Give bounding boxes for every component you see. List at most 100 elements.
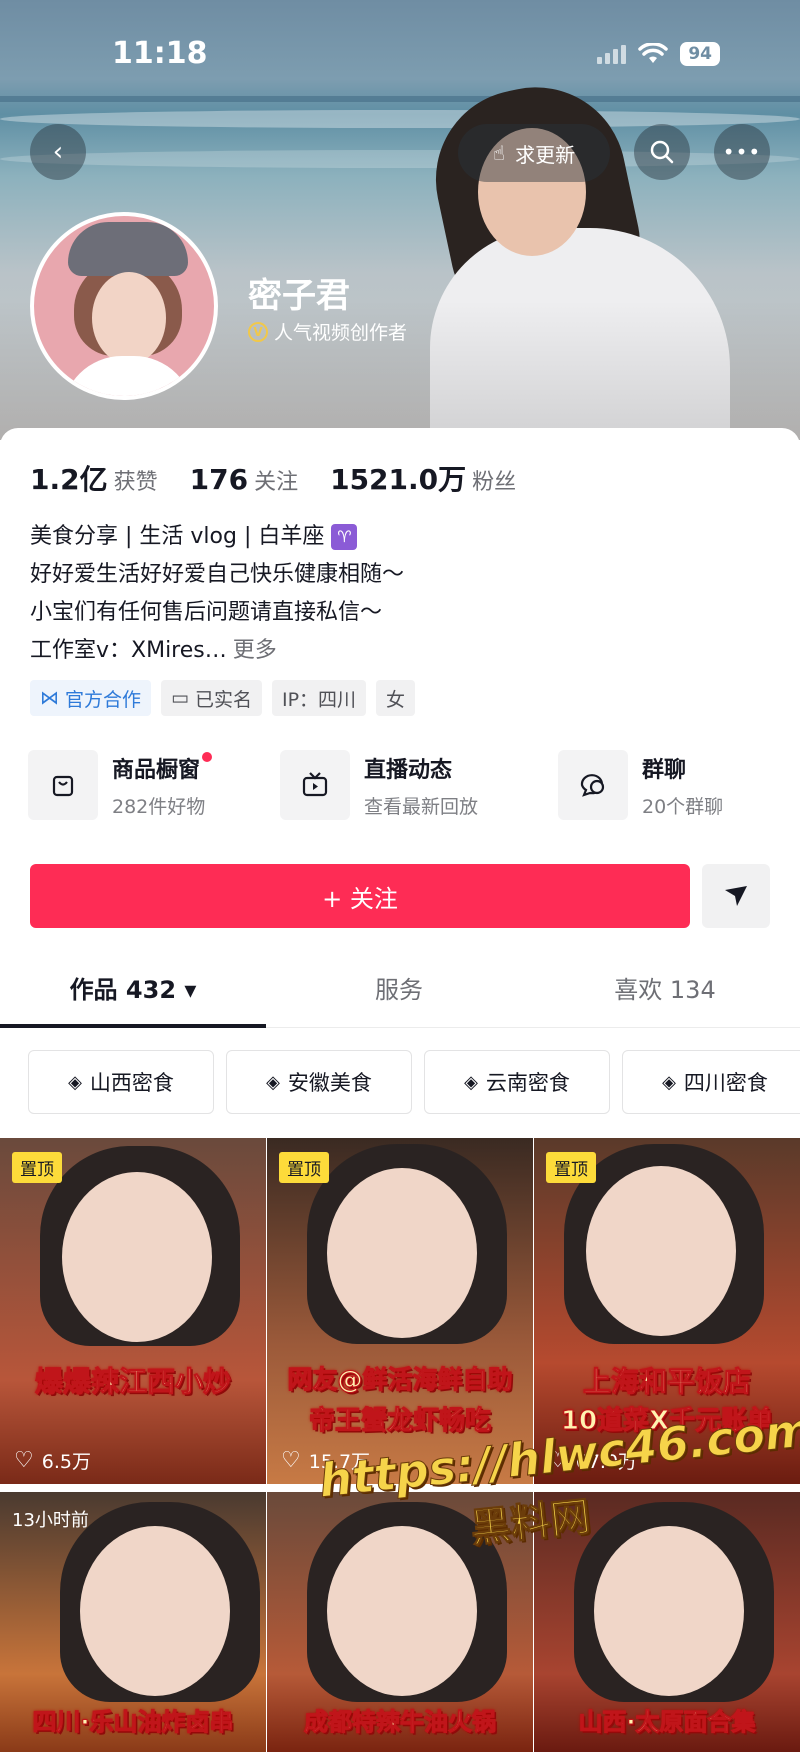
creator-badge: V 人气视频创作者 (248, 318, 407, 345)
video-caption: 四川·乐山油炸卤串 (32, 1708, 234, 1737)
tag-label: 官方合作 (65, 688, 142, 711)
shortcut-subtitle: 20个群聊 (642, 795, 724, 818)
shortcut-title: 商品橱窗 (112, 757, 201, 783)
video-caption: 成都特辣牛油火锅 (304, 1708, 497, 1737)
stat-followers[interactable]: 1521.0万 粉丝 (330, 458, 516, 498)
shopping-bag-icon (28, 750, 98, 820)
bio-more-link[interactable]: 更多 (233, 638, 277, 663)
shortcut-subtitle: 查看最新回放 (364, 795, 479, 818)
verified-v-icon: V (248, 321, 268, 342)
profile-tabs: 作品 432 ▾ 服务 喜欢 134 (0, 958, 800, 1028)
pinned-badge: 置顶 (279, 1152, 329, 1183)
stat-label: 获赞 (113, 470, 158, 495)
pinned-badge: 置顶 (12, 1152, 62, 1183)
stat-label: 关注 (254, 470, 299, 495)
video-caption: 爆爆辣江西小炒 (34, 1365, 231, 1399)
chip-label: 四川密食 (683, 1071, 768, 1095)
layers-icon: ◈ (662, 1071, 676, 1093)
shortcut-title: 直播动态 (364, 757, 453, 783)
status-time: 11:18 (112, 36, 208, 71)
shortcut-shop-window[interactable]: 商品橱窗 282件好物 (28, 750, 213, 820)
bio-line: 好好爱生活好好爱自己快乐健康相随～ (30, 562, 405, 587)
search-button[interactable] (634, 124, 690, 180)
collection-chip[interactable]: ◈ 山西密食 (28, 1050, 214, 1114)
chip-label: 安徽美食 (287, 1071, 372, 1095)
chip-label: 云南密食 (485, 1071, 570, 1095)
profile-shortcuts: 商品橱窗 282件好物 直播动态 查看最新回放 群聊 20个群聊 (28, 750, 772, 822)
active-tab-indicator (0, 1024, 266, 1028)
id-card-icon: ▭ (171, 687, 189, 709)
heart-outline-icon: ♡ (14, 1448, 34, 1473)
chip-label: 山西密食 (89, 1071, 174, 1095)
hand-point-icon: ☝ (492, 141, 506, 165)
tag-label: IP：四川 (281, 688, 357, 711)
layers-icon: ◈ (266, 1071, 280, 1093)
profile-name: 密子君 (248, 276, 350, 316)
chevron-left-icon: ‹ (52, 137, 64, 167)
video-caption: 网友@鲜活海鲜自助 (287, 1365, 513, 1395)
bio-line: 小宝们有任何售后问题请直接私信～ (30, 600, 383, 625)
tag-official-cooperation[interactable]: ⋈ 官方合作 (30, 680, 152, 716)
request-update-button[interactable]: ☝ 求更新 (458, 124, 610, 182)
more-button[interactable]: ••• (714, 124, 770, 180)
profile-header-cover: 11:18 94 ‹ ☝ 求更新 ••• 密子君 V 人气视频创作者 (0, 0, 800, 440)
notification-dot (202, 751, 213, 762)
shortcut-subtitle: 282件好物 (112, 795, 206, 818)
shortcut-group-chat[interactable]: 群聊 20个群聊 (558, 750, 723, 820)
chat-icon (558, 750, 628, 820)
stat-likes[interactable]: 1.2亿 获赞 (30, 458, 158, 498)
follow-button[interactable]: + 关注 (30, 864, 690, 928)
tab-likes[interactable]: 喜欢 134 (532, 970, 798, 1005)
collection-chip[interactable]: ◈ 安徽美食 (226, 1050, 412, 1114)
shortcut-live-replay[interactable]: 直播动态 查看最新回放 (280, 750, 478, 820)
post-time: 13小时前 (12, 1510, 89, 1531)
collection-chips: ◈ 山西密食 ◈ 安徽美食 ◈ 云南密食 ◈ 四川密食 (28, 1050, 800, 1114)
layers-icon: ◈ (68, 1071, 82, 1093)
stat-label: 粉丝 (472, 470, 517, 495)
cooperation-icon: ⋈ (40, 687, 59, 709)
more-dots-icon: ••• (722, 140, 762, 164)
collection-chip[interactable]: ◈ 四川密食 (622, 1050, 800, 1114)
stat-following[interactable]: 176 关注 (190, 463, 298, 496)
aries-emoji-icon: ♈ (331, 524, 358, 550)
send-icon (725, 886, 747, 906)
stat-number: 1.2亿 (30, 463, 108, 496)
back-button[interactable]: ‹ (30, 124, 86, 180)
heart-outline-icon: ♡ (281, 1448, 301, 1473)
avatar[interactable] (30, 212, 218, 400)
tv-icon (280, 750, 350, 820)
profile-tags: ⋈ 官方合作 ▭ 已实名 IP：四川 女 (30, 680, 416, 716)
tag-ip-location: IP：四川 (271, 680, 367, 716)
video-likes: ♡ 6.5万 (14, 1447, 91, 1474)
video-thumbnail[interactable]: 置顶 爆爆辣江西小炒 ♡ 6.5万 (0, 1138, 266, 1484)
tag-label: 女 (386, 688, 406, 711)
tag-label: 已实名 (194, 688, 252, 711)
creator-badge-label: 人气视频创作者 (274, 322, 408, 344)
video-thumbnail[interactable]: 13小时前 四川·乐山油炸卤串 (0, 1492, 266, 1752)
pinned-badge: 置顶 (546, 1152, 596, 1183)
bio: 美食分享 | 生活 vlog | 白羊座 ♈ 好好爱生活好好爱自己快乐健康相随～… (30, 518, 404, 670)
search-icon (650, 140, 674, 164)
stat-number: 1521.0万 (330, 463, 467, 496)
bio-line: 工作室v：XMires… (30, 638, 227, 663)
wifi-icon (638, 43, 669, 63)
share-button[interactable] (702, 864, 770, 928)
collection-chip[interactable]: ◈ 云南密食 (424, 1050, 610, 1114)
tag-verified-identity: ▭ 已实名 (161, 680, 262, 716)
stat-number: 176 (189, 463, 249, 496)
bio-line: 美食分享 | 生活 vlog | 白羊座 (30, 524, 325, 549)
video-caption: 帝王蟹龙虾畅吃 (308, 1406, 491, 1437)
tab-works[interactable]: 作品 432 ▾ (0, 970, 266, 1005)
layers-icon: ◈ (464, 1071, 478, 1093)
shortcut-title: 群聊 (642, 757, 687, 783)
video-caption: 山西·太原面合集 (578, 1708, 756, 1737)
battery-icon: 94 (680, 42, 720, 66)
status-icons: 94 (597, 42, 720, 66)
video-thumbnail[interactable]: 置顶 网友@鲜活海鲜自助 帝王蟹龙虾畅吃 ♡ 15.7万 (267, 1138, 533, 1484)
tab-services[interactable]: 服务 (266, 970, 532, 1005)
request-update-label: 求更新 (515, 142, 576, 167)
cellular-signal-icon (597, 44, 627, 64)
like-count: 6.5万 (41, 1451, 91, 1473)
profile-stats: 1.2亿 获赞 176 关注 1521.0万 粉丝 (30, 458, 516, 498)
video-caption: 上海和平饭店 (582, 1365, 751, 1399)
